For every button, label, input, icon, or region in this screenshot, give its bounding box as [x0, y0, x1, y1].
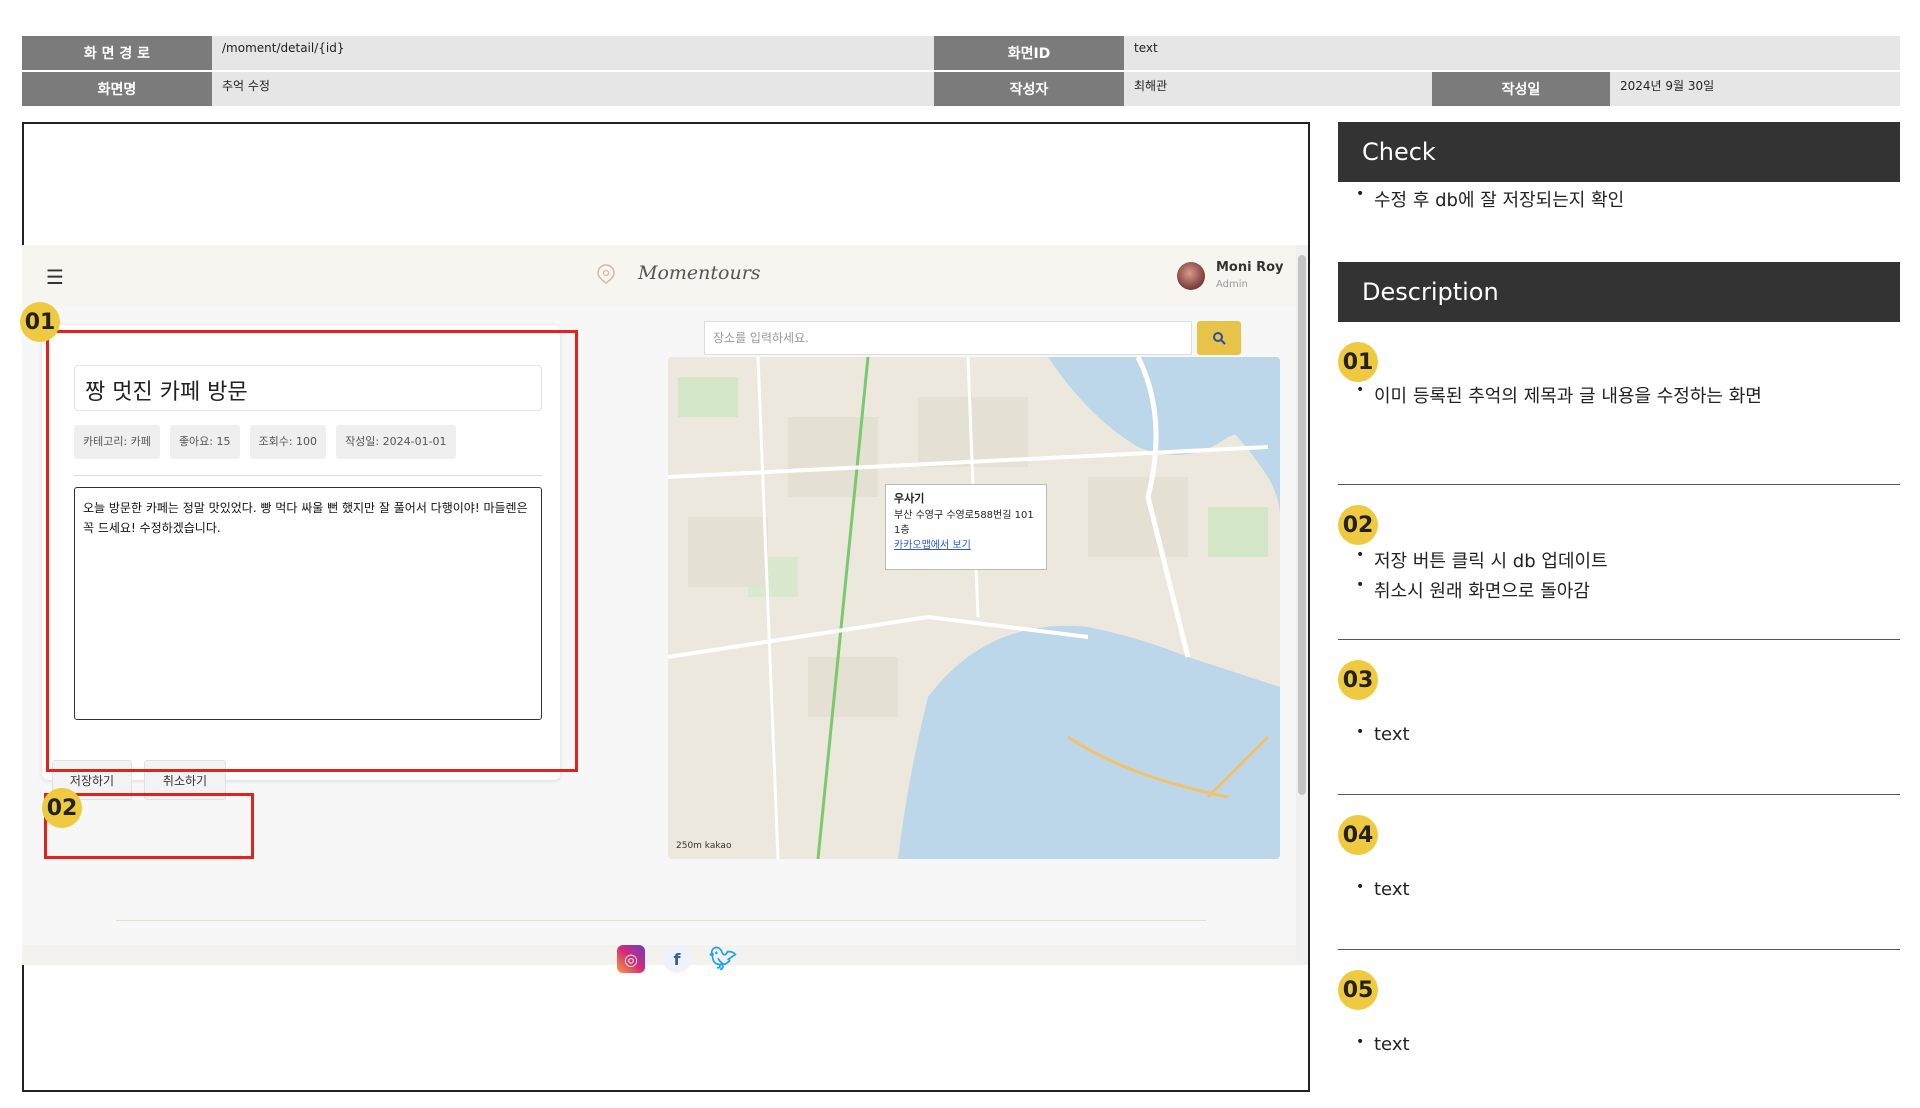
path-value: /moment/detail/{id} — [222, 41, 345, 55]
spec-row-path: 화 면 경 로 /moment/detail/{id} 화면ID text — [22, 36, 1900, 70]
user-role: Admin — [1216, 279, 1248, 290]
social-links: ◎ f 🐦︎ — [617, 945, 737, 973]
app-logo[interactable]: Momentours — [638, 262, 761, 284]
spec-side-panel: Check 수정 후 db에 잘 저장되는지 확인 Description 01… — [1338, 122, 1900, 1055]
desc-badge-01: 01 — [1338, 342, 1378, 382]
date-value: 2024년 9월 30일 — [1620, 79, 1715, 93]
desc-badge-04: 04 — [1338, 815, 1378, 855]
name-value: 추억 수정 — [222, 79, 270, 93]
path-label: 화 면 경 로 — [22, 36, 212, 70]
place-search-input[interactable]: 장소를 입력하세요. — [704, 321, 1192, 355]
highlight-box-01 — [46, 330, 578, 772]
screen-id-label: 화면ID — [934, 36, 1124, 70]
user-name: Moni Roy — [1216, 260, 1284, 275]
description-item: 05 text — [1338, 950, 1900, 1105]
spec-row-name: 화면명 추억 수정 작성자 최해관 작성일 2024년 9월 30일 — [22, 72, 1900, 106]
check-item: 수정 후 db에 잘 저장되는지 확인 — [1338, 186, 1900, 212]
map-scale: 250m kakao — [676, 841, 732, 851]
desc-bullet: 저장 버튼 클릭 시 db 업데이트 — [1338, 547, 1608, 573]
kakao-map[interactable]: 우사기 부산 수영구 수영로588번길 101 1층 카카오맵에서 보기 250… — [668, 357, 1280, 859]
search-icon — [1213, 332, 1226, 345]
marker-badge-02: 02 — [42, 788, 82, 828]
scroll-thumb[interactable] — [1298, 255, 1306, 795]
desc-badge-05: 05 — [1338, 970, 1378, 1010]
instagram-icon[interactable]: ◎ — [617, 945, 645, 973]
description-header: Description — [1338, 262, 1900, 322]
footer-divider — [116, 920, 1206, 921]
search-button[interactable] — [1197, 321, 1241, 355]
app-header: ☰ Momentours Moni Roy Admin — [22, 245, 1296, 305]
marker-badge-01: 01 — [20, 302, 60, 342]
author-label: 작성자 — [934, 72, 1124, 106]
place-address: 부산 수영구 수영로588번길 101 1층 — [894, 510, 1034, 536]
screen-id-value: text — [1134, 41, 1158, 55]
name-label: 화면명 — [22, 72, 212, 106]
description-item: 03 text — [1338, 640, 1900, 795]
logo-pin-icon — [597, 264, 615, 284]
facebook-icon[interactable]: f — [663, 945, 691, 973]
description-item: 02 저장 버튼 클릭 시 db 업데이트 취소시 원래 화면으로 돌아감 — [1338, 485, 1900, 640]
desc-bullet: text — [1338, 724, 1410, 745]
desc-badge-02: 02 — [1338, 505, 1378, 545]
desc-bullet: text — [1338, 879, 1410, 900]
place-name: 우사기 — [894, 492, 925, 505]
check-header: Check — [1338, 122, 1900, 182]
twitter-icon[interactable]: 🐦︎ — [709, 945, 737, 973]
scrollbar[interactable] — [1296, 245, 1308, 965]
desc-badge-03: 03 — [1338, 660, 1378, 700]
avatar[interactable] — [1177, 262, 1205, 290]
map-popup: 우사기 부산 수영구 수영로588번길 101 1층 카카오맵에서 보기 — [885, 484, 1047, 570]
description-item: 01 이미 등록된 추억의 제목과 글 내용을 수정하는 화면 — [1338, 322, 1900, 485]
desc-bullet: text — [1338, 1034, 1410, 1055]
date-label: 작성일 — [1432, 72, 1610, 106]
desc-bullet: 취소시 원래 화면으로 돌아감 — [1338, 577, 1608, 603]
description-item: 04 text — [1338, 795, 1900, 950]
map-canvas[interactable] — [668, 357, 1280, 859]
menu-icon[interactable]: ☰ — [46, 265, 64, 289]
author-value: 최해관 — [1134, 79, 1168, 93]
kakaomap-link[interactable]: 카카오맵에서 보기 — [894, 538, 1038, 553]
desc-bullet: 이미 등록된 추억의 제목과 글 내용을 수정하는 화면 — [1338, 382, 1762, 408]
